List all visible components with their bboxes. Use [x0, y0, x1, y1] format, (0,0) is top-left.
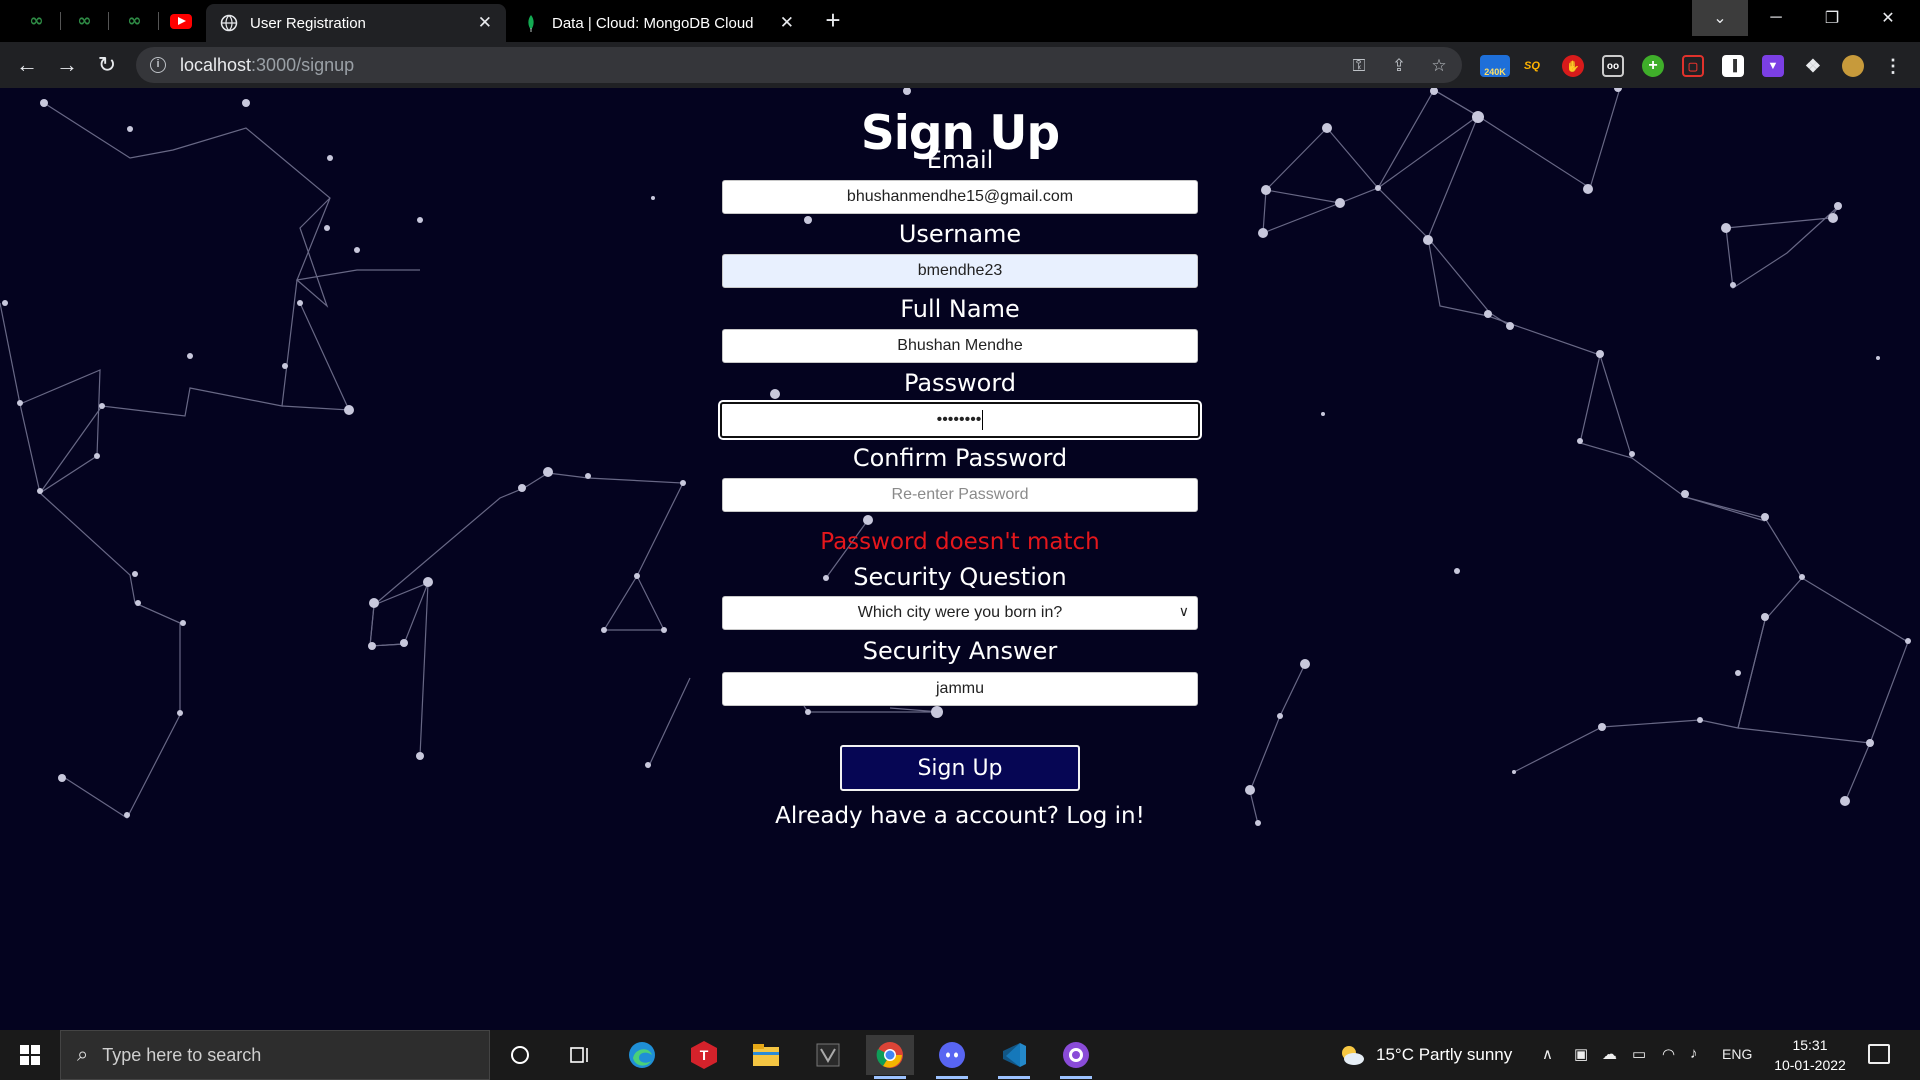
fullname-field[interactable]: Bhushan Mendhe	[722, 329, 1198, 363]
star-icon[interactable]: ☆	[1428, 55, 1450, 77]
file-explorer-icon[interactable]	[742, 1035, 790, 1075]
discord-icon[interactable]	[928, 1035, 976, 1079]
extension-badge-icon[interactable]: 240K	[1480, 55, 1510, 77]
clock[interactable]: 15:31 10-01-2022	[1760, 1035, 1860, 1075]
pinned-tab-gfg-3[interactable]: ∞	[110, 6, 156, 36]
password-label: Password	[903, 369, 1017, 397]
new-tab-button[interactable]: +	[818, 6, 848, 36]
windows-taskbar: ⌕ Type here to search T 15°C Partly sunn…	[0, 1030, 1920, 1080]
signup-button[interactable]: Sign Up	[840, 745, 1080, 791]
security-question-label: Security Question	[853, 563, 1067, 591]
taskbar-search[interactable]: ⌕ Type here to search	[60, 1030, 490, 1080]
chrome-icon[interactable]	[866, 1035, 914, 1079]
pinned-tab-gfg-1[interactable]: ∞	[12, 6, 58, 36]
adblock-icon[interactable]: ✋	[1562, 55, 1584, 77]
confirm-password-label: Confirm Password	[852, 444, 1068, 472]
email-label: Email	[926, 146, 994, 174]
menu-kebab-icon[interactable]: ⋮	[1882, 55, 1904, 77]
partly-sunny-icon	[1342, 1046, 1364, 1065]
svg-text:T: T	[700, 1047, 709, 1063]
site-info-icon[interactable]: i	[150, 57, 166, 73]
password-mismatch-error: Password doesn't match	[820, 529, 1100, 555]
username-label: Username	[898, 220, 1022, 248]
youtube-icon	[170, 13, 192, 29]
tab-search-button[interactable]: ⌄	[1692, 0, 1748, 36]
gfg-icon: ∞	[29, 11, 43, 31]
tab-separator	[108, 12, 109, 30]
browser-toolbar: ← → ↻ i localhost:3000/signup ⚿ ⇪ ☆ 240K…	[0, 42, 1920, 88]
share-icon[interactable]: ⇪	[1388, 55, 1410, 77]
weather-text: 15°C Partly sunny	[1376, 1045, 1513, 1064]
reload-button[interactable]: ↻	[92, 50, 122, 80]
weather-widget[interactable]: 15°C Partly sunny	[1338, 1030, 1512, 1080]
restore-button[interactable]: ❐	[1804, 0, 1860, 36]
password-field[interactable]: ••••••••	[718, 400, 1202, 440]
plus-extension-icon[interactable]: +	[1642, 55, 1664, 77]
chevron-down-icon: ∨	[1178, 603, 1189, 619]
language-indicator[interactable]: ENG	[1722, 1046, 1752, 1062]
t-app-icon[interactable]: T	[680, 1035, 728, 1075]
pinned-tab-youtube[interactable]	[158, 6, 204, 36]
start-button[interactable]	[0, 1030, 60, 1080]
minimize-button[interactable]: ─	[1748, 0, 1804, 36]
text-caret	[982, 410, 984, 430]
cortana-icon[interactable]	[496, 1035, 544, 1075]
tab-title: User Registration	[250, 14, 366, 32]
password-dots: ••••••••	[936, 411, 982, 428]
close-icon[interactable]: ✕	[780, 13, 794, 33]
signup-page: Sign Up Email bhushanmendhe15@gmail.com …	[0, 88, 1920, 1030]
security-answer-label: Security Answer	[862, 637, 1058, 665]
glasses-icon[interactable]: oo	[1602, 55, 1624, 77]
github-desktop-icon[interactable]	[1052, 1035, 1100, 1079]
wifi-icon[interactable]: ◠	[1662, 1045, 1675, 1063]
confirm-password-field[interactable]: Re-enter Password	[722, 478, 1198, 512]
back-button[interactable]: ←	[12, 50, 42, 80]
chevron-up-icon[interactable]: ∧	[1542, 1045, 1553, 1063]
gfg-icon: ∞	[77, 11, 91, 31]
task-view-icon[interactable]	[556, 1035, 604, 1075]
purple-extension-icon[interactable]: ▼	[1762, 55, 1784, 77]
close-window-button[interactable]: ✕	[1860, 0, 1916, 36]
login-link[interactable]: Already have a account? Log in!	[720, 803, 1200, 829]
notification-center-icon[interactable]	[1868, 1044, 1890, 1064]
username-field[interactable]: bmendhe23	[722, 254, 1198, 288]
onedrive-icon[interactable]: ☁	[1602, 1045, 1617, 1063]
address-bar[interactable]: i localhost:3000/signup ⚿ ⇪ ☆	[136, 47, 1462, 83]
globe-icon	[220, 14, 238, 32]
forward-button[interactable]: →	[52, 50, 82, 80]
key-icon[interactable]: ⚿	[1348, 55, 1370, 77]
browser-tabstrip: ∞ ∞ ∞ User Registration ✕ Data | Cloud: …	[0, 0, 1920, 42]
tab-title: Data | Cloud: MongoDB Cloud	[552, 14, 754, 32]
meet-now-icon[interactable]: ▣	[1574, 1045, 1588, 1063]
clock-date: 10-01-2022	[1774, 1057, 1846, 1073]
profile-avatar[interactable]	[1842, 55, 1864, 77]
close-icon[interactable]: ✕	[478, 13, 492, 33]
pinned-tab-gfg-2[interactable]: ∞	[60, 6, 106, 36]
url-text: localhost:3000/signup	[180, 54, 355, 75]
clock-time: 15:31	[1792, 1037, 1828, 1053]
windows-logo-icon	[20, 1045, 40, 1065]
tab-user-registration[interactable]: User Registration ✕	[206, 4, 506, 42]
red-square-extension-icon[interactable]: ▢	[1682, 55, 1704, 77]
search-icon: ⌕	[77, 1043, 89, 1066]
mongodb-leaf-icon	[522, 14, 540, 32]
chart-extension-icon[interactable]: ▐	[1722, 55, 1744, 77]
gfg-icon: ∞	[127, 11, 141, 31]
security-question-value: Which city were you born in?	[857, 604, 1063, 621]
fullname-label: Full Name	[900, 295, 1020, 323]
email-field[interactable]: bhushanmendhe15@gmail.com	[722, 180, 1198, 214]
search-placeholder: Type here to search	[102, 1044, 262, 1065]
battery-icon[interactable]: ▭	[1632, 1045, 1646, 1063]
edge-icon[interactable]	[618, 1035, 666, 1075]
extension-sq-icon[interactable]: SQ	[1521, 55, 1543, 77]
gaming-app-icon[interactable]	[804, 1035, 852, 1075]
puzzle-icon[interactable]: ❖	[1802, 55, 1824, 77]
volume-icon[interactable]: ♪	[1690, 1045, 1698, 1062]
vscode-icon[interactable]	[990, 1035, 1038, 1079]
tab-mongodb-cloud[interactable]: Data | Cloud: MongoDB Cloud ✕	[508, 4, 808, 42]
security-question-select[interactable]: Which city were you born in? ∨	[722, 596, 1198, 630]
security-answer-field[interactable]: jammu	[722, 672, 1198, 706]
